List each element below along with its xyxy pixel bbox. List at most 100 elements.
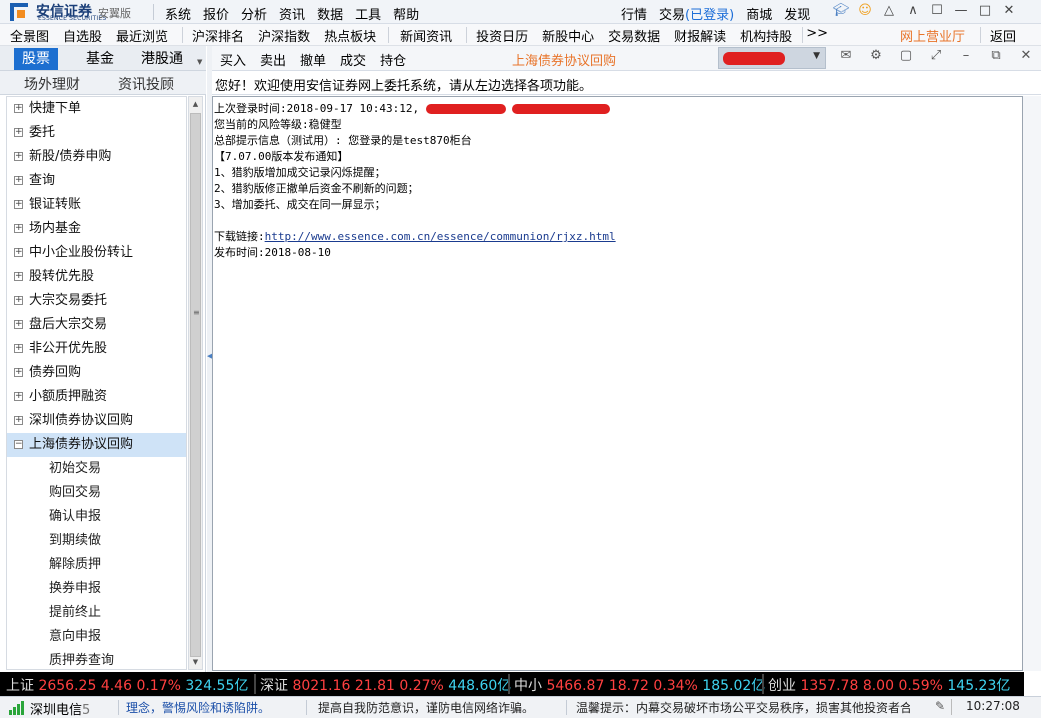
restore-panel-icon[interactable]: ⧉ (986, 48, 1006, 63)
toolbar-ipo-center[interactable]: 新股中心 (542, 26, 594, 45)
tab-otc-wealth[interactable]: 场外理财 (24, 74, 80, 94)
tree-node-preferred[interactable]: + 股转优先股 (7, 265, 186, 289)
tree-node-pledge-financing[interactable]: + 小额质押融资 (7, 385, 186, 409)
expand-icon[interactable]: + (14, 152, 23, 161)
deals-button[interactable]: 成交 (340, 50, 366, 69)
toolbar-panorama[interactable]: 全景图 (10, 26, 49, 45)
tab-funds[interactable]: 基金 (72, 48, 128, 70)
tree-child-renewal[interactable]: 到期续做 (7, 529, 186, 553)
tree-child-early-terminate[interactable]: 提前终止 (7, 601, 186, 625)
tree-node-after-hours[interactable]: + 盘后大宗交易 (7, 313, 186, 337)
tree-node-bank-transfer[interactable]: + 银证转账 (7, 193, 186, 217)
toolbar-trade-data[interactable]: 交易数据 (608, 26, 660, 45)
tree-node-exchange-fund[interactable]: + 场内基金 (7, 217, 186, 241)
toolbar-calendar[interactable]: 投资日历 (476, 26, 528, 45)
expand-icon[interactable]: + (14, 272, 23, 281)
account-selector[interactable]: ▼ (718, 47, 826, 69)
sell-button[interactable]: 卖出 (260, 50, 286, 69)
close-icon[interactable]: ✕ (1000, 2, 1018, 20)
graduation-cap-icon[interactable]: 🎓︎ (832, 2, 850, 20)
expand-icon[interactable]: + (14, 224, 23, 233)
tree-child-repurchase[interactable]: 购回交易 (7, 481, 186, 505)
menu-quote[interactable]: 报价 (203, 4, 229, 23)
toolbar-recent[interactable]: 最近浏览 (116, 26, 168, 45)
expand-icon[interactable]: + (14, 296, 23, 305)
scroll-up-icon[interactable]: ▲ (189, 97, 202, 111)
close-panel-icon[interactable]: ✕ (1016, 48, 1036, 63)
ticker-sme[interactable]: 中小 5466.87 18.72 0.34% 185.02亿 (514, 675, 765, 695)
menu-trade[interactable]: 交易(已登录) (659, 4, 734, 23)
buy-button[interactable]: 买入 (220, 50, 246, 69)
tab-advisory[interactable]: 资讯投顾 (118, 74, 174, 94)
menu-analysis[interactable]: 分析 (241, 4, 267, 23)
smiley-icon[interactable]: ☺ (856, 2, 874, 20)
collapse-up-icon[interactable]: ∧ (904, 2, 922, 20)
tree-node-ipo-bond[interactable]: + 新股/债券申购 (7, 145, 186, 169)
expand-icon[interactable]: + (14, 368, 23, 377)
expand-icon[interactable]: + (14, 128, 23, 137)
tabs-dropdown-icon[interactable]: ▼ (197, 58, 202, 66)
tree-child-confirm[interactable]: 确认申报 (7, 505, 186, 529)
menu-info[interactable]: 资讯 (279, 4, 305, 23)
toolbar-watchlist[interactable]: 自选股 (63, 26, 102, 45)
mail-icon[interactable]: ✉ (836, 48, 856, 63)
shirt-icon[interactable]: △ (880, 2, 898, 20)
ticker-shenzhen[interactable]: 深证 8021.16 21.81 0.27% 448.60亿 (260, 675, 511, 695)
expand-icon[interactable]: + (14, 344, 23, 353)
tree-node-query[interactable]: + 查询 (7, 169, 186, 193)
cancel-order-button[interactable]: 撤单 (300, 50, 326, 69)
tree-node-sz-bond-repo[interactable]: + 深圳债券协议回购 (7, 409, 186, 433)
tree-node-block-trade[interactable]: + 大宗交易委托 (7, 289, 186, 313)
tab-hk-connect[interactable]: 港股通 (134, 48, 190, 70)
menu-data[interactable]: 数据 (317, 4, 343, 23)
toolbar-sh-sz-index[interactable]: 沪深指数 (258, 26, 310, 45)
tree-node-entrust[interactable]: + 委托 (7, 121, 186, 145)
expand-icon[interactable]: + (14, 200, 23, 209)
expand-icon[interactable]: + (14, 392, 23, 401)
edit-icon[interactable]: ✎ (935, 699, 945, 713)
chevron-down-icon[interactable]: ▼ (813, 51, 820, 61)
toolbar-earnings[interactable]: 财报解读 (674, 26, 726, 45)
menu-market[interactable]: 行情 (621, 4, 647, 23)
ticker-chinext[interactable]: 创业 1357.78 8.00 0.59% 145.23亿 (768, 675, 1010, 695)
menu-mall[interactable]: 商城 (746, 4, 772, 23)
menu-discover[interactable]: 发现 (784, 4, 810, 23)
lock-icon[interactable]: ▢ (896, 48, 916, 63)
tree-node-quick-order[interactable]: + 快捷下单 (7, 97, 186, 121)
tree-child-intent[interactable]: 意向申报 (7, 625, 186, 649)
restore-small-icon[interactable]: ☐ (928, 2, 946, 20)
tree-child-swap[interactable]: 换券申报 (7, 577, 186, 601)
collapse-icon[interactable]: − (14, 440, 23, 449)
toolbar-hot-sectors[interactable]: 热点板块 (324, 26, 376, 45)
expand-icon[interactable]: + (14, 248, 23, 257)
tree-node-sme-transfer[interactable]: + 中小企业股份转让 (7, 241, 186, 265)
expand-icon[interactable]: + (14, 104, 23, 113)
toolbar-more[interactable]: >> (806, 26, 828, 45)
tree-node-sh-bond-repo[interactable]: − 上海债券协议回购 (7, 433, 186, 457)
menu-tools[interactable]: 工具 (355, 4, 381, 23)
download-link[interactable]: http://www.essence.com.cn/essence/commun… (265, 230, 616, 243)
toolbar-institutional[interactable]: 机构持股 (740, 26, 792, 45)
tree-node-private-preferred[interactable]: + 非公开优先股 (7, 337, 186, 361)
toolbar-sh-sz-rank[interactable]: 沪深排名 (192, 26, 244, 45)
maximize-icon[interactable]: □ (976, 2, 994, 20)
scroll-thumb[interactable]: ≡ (190, 113, 201, 657)
minimize-icon[interactable]: — (952, 2, 970, 20)
expand-icon[interactable]: + (14, 176, 23, 185)
ticker-shanghai[interactable]: 上证 2656.25 4.46 0.17% 324.55亿 (6, 675, 248, 695)
back-button[interactable]: 返回 (990, 26, 1016, 45)
tree-scrollbar[interactable]: ▲ ≡ ▼ (188, 96, 203, 670)
settings-icon[interactable]: ⚙ (866, 48, 886, 63)
tab-stocks[interactable]: 股票 (14, 48, 58, 70)
tree-child-initial-trade[interactable]: 初始交易 (7, 457, 186, 481)
tree-node-bond-repo[interactable]: + 债券回购 (7, 361, 186, 385)
positions-button[interactable]: 持仓 (380, 50, 406, 69)
tree-child-pledge-query[interactable]: 质押券查询 (7, 649, 186, 669)
scroll-down-icon[interactable]: ▼ (189, 655, 202, 669)
minimize-panel-icon[interactable]: – (956, 48, 976, 63)
expand-icon[interactable]: + (14, 416, 23, 425)
server-name[interactable]: 深圳电信5 (30, 699, 90, 718)
expand-icon[interactable]: ⤢ (926, 48, 946, 63)
expand-icon[interactable]: + (14, 320, 23, 329)
tree-child-release-pledge[interactable]: 解除质押 (7, 553, 186, 577)
